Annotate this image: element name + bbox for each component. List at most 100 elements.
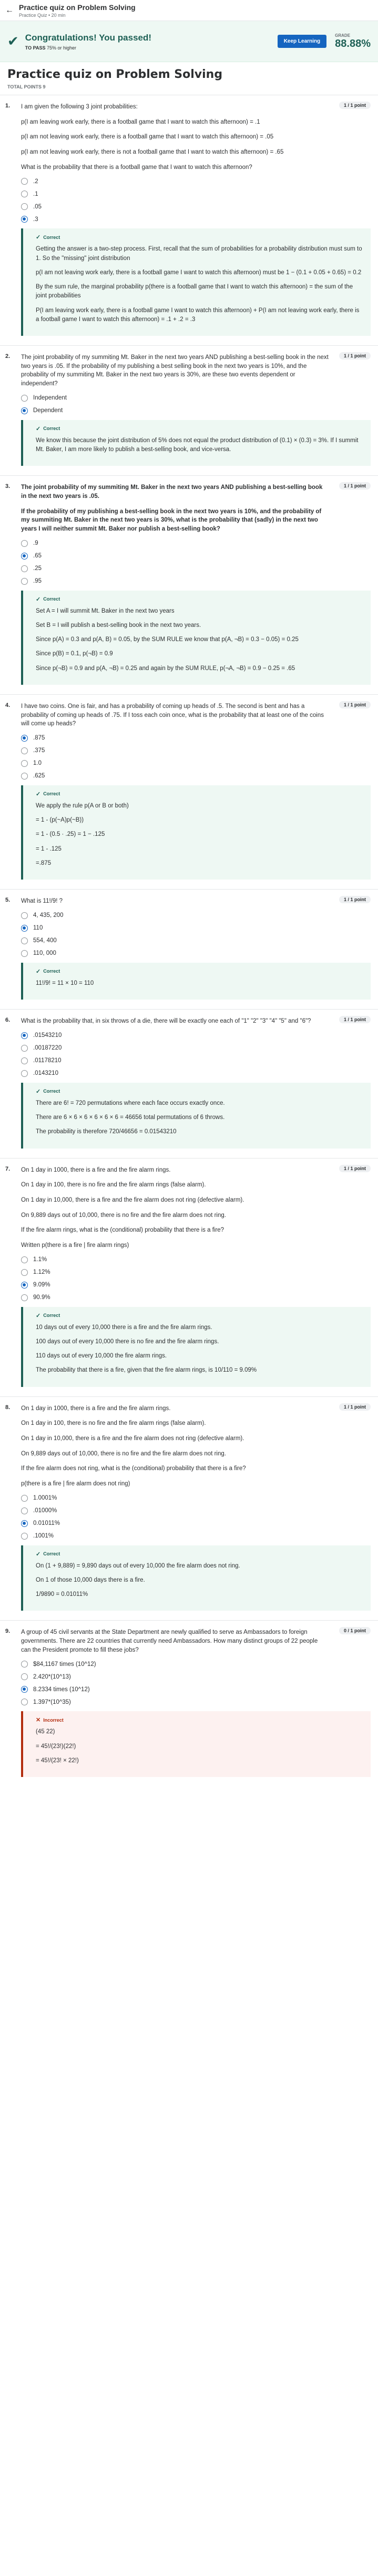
answer-option[interactable]: 0.01011% (21, 1520, 329, 1527)
radio-selected-icon[interactable] (21, 1281, 28, 1289)
radio-icon[interactable] (21, 937, 28, 944)
radio-icon[interactable] (21, 577, 28, 585)
radio-icon[interactable] (21, 772, 28, 780)
answer-option[interactable]: .875 (21, 734, 329, 742)
answer-option[interactable]: .95 (21, 577, 329, 585)
answer-option-label: .3 (33, 216, 38, 223)
answer-option[interactable]: 9.09% (21, 1281, 329, 1289)
answer-option[interactable]: 4, 435, 200 (21, 912, 329, 919)
question-number: 4. (5, 702, 11, 708)
answer-option-label: 1.12% (33, 1269, 50, 1276)
answer-option[interactable]: Dependent (21, 407, 329, 414)
feedback-label: Correct (43, 791, 60, 797)
answer-option[interactable]: .00187220 (21, 1044, 329, 1052)
answer-option[interactable]: .9 (21, 540, 329, 547)
arrow-left-icon[interactable]: ← (5, 6, 14, 15)
question-list: 1. 1 / 1 point I am given the following 3 … (0, 95, 378, 1786)
answer-option[interactable]: 1.12% (21, 1269, 329, 1276)
answer-option[interactable]: .625 (21, 772, 329, 780)
radio-icon[interactable] (21, 950, 28, 957)
radio-icon[interactable] (21, 1494, 28, 1502)
radio-selected-icon[interactable] (21, 924, 28, 932)
answer-option[interactable]: 90.9% (21, 1294, 329, 1301)
radio-icon[interactable] (21, 1661, 28, 1668)
radio-selected-icon[interactable] (21, 216, 28, 223)
radio-icon[interactable] (21, 1269, 28, 1276)
radio-icon[interactable] (21, 565, 28, 572)
question-body: On 1 day in 1000, there is a fire and th… (21, 1404, 371, 1611)
answer-option-label: 8.2334 times (10^12) (33, 1686, 90, 1693)
answer-option[interactable]: .01000% (21, 1507, 329, 1514)
answer-option[interactable]: Independent (21, 394, 329, 402)
answer-option[interactable]: .25 (21, 565, 329, 572)
radio-icon[interactable] (21, 191, 28, 198)
radio-icon[interactable] (21, 178, 28, 185)
radio-icon[interactable] (21, 1044, 28, 1052)
radio-icon[interactable] (21, 1256, 28, 1263)
question-number: 1. (5, 103, 11, 109)
radio-icon[interactable] (21, 1070, 28, 1077)
answer-option[interactable]: 1.0001% (21, 1494, 329, 1502)
radio-icon[interactable] (21, 1057, 28, 1064)
radio-icon[interactable] (21, 1532, 28, 1540)
answer-option[interactable]: .01178210 (21, 1057, 329, 1064)
question-body: On 1 day in 1000, there is a fire and th… (21, 1166, 371, 1387)
answer-option-label: 90.9% (33, 1294, 50, 1301)
feedback-text: = 1 - (p(~A)p(~B)) (36, 817, 84, 824)
answer-option-label: .2 (33, 178, 38, 185)
answer-option[interactable]: .2 (21, 178, 329, 185)
answer-option[interactable]: .0143210 (21, 1070, 329, 1077)
answer-option-label: Dependent (33, 407, 63, 414)
radio-icon[interactable] (21, 760, 28, 767)
answer-option[interactable]: .375 (21, 747, 329, 754)
answer-option[interactable]: 1.397*(10^35) (21, 1699, 329, 1706)
radio-selected-icon[interactable] (21, 1686, 28, 1693)
question-number: 2. (5, 353, 11, 360)
answer-option[interactable]: .05 (21, 203, 329, 211)
answer-option[interactable]: 8.2334 times (10^12) (21, 1686, 329, 1693)
feedback-text: The probability that there is a fire, gi… (36, 1367, 257, 1374)
radio-selected-icon[interactable] (21, 552, 28, 560)
question-text: On 1 day in 10,000, there is a fire and … (21, 1196, 244, 1203)
radio-selected-icon[interactable] (21, 734, 28, 742)
answer-option[interactable]: .1001% (21, 1532, 329, 1540)
points-badge: 1 / 1 point (339, 482, 371, 490)
radio-icon[interactable] (21, 1294, 28, 1301)
keep-learning-button[interactable]: Keep Learning (277, 35, 327, 48)
answer-option[interactable]: 2.420*(10^13) (21, 1673, 329, 1681)
radio-icon[interactable] (21, 1699, 28, 1706)
radio-icon[interactable] (21, 394, 28, 402)
quiz-title: Practice quiz on Problem Solving (7, 67, 223, 81)
radio-icon[interactable] (21, 747, 28, 754)
feedback-text: 110 days out of every 10,000 the fire al… (36, 1353, 167, 1360)
answer-option[interactable]: .1 (21, 191, 329, 198)
answer-option[interactable]: $84,1167 times (10^12) (21, 1661, 329, 1668)
radio-icon[interactable] (21, 912, 28, 919)
points-badge: 1 / 1 point (339, 701, 371, 708)
answer-option-label: 4, 435, 200 (33, 912, 64, 919)
answer-option[interactable]: .3 (21, 216, 329, 223)
answer-option-label: .65 (33, 553, 42, 560)
radio-icon[interactable] (21, 1507, 28, 1514)
answer-option[interactable]: .65 (21, 552, 329, 560)
answer-option[interactable]: 554, 400 (21, 937, 329, 944)
radio-selected-icon[interactable] (21, 407, 28, 414)
feedback-label: Correct (43, 234, 60, 240)
question-item: 2. 1 / 1 point The joint probability of my… (0, 345, 378, 475)
total-points: TOTAL POINTS 9 (7, 84, 46, 89)
radio-selected-icon[interactable] (21, 1520, 28, 1527)
radio-icon[interactable] (21, 540, 28, 547)
feedback-text: 100 days out of every 10,000 there is no… (36, 1338, 219, 1345)
answer-option[interactable]: 110 (21, 924, 329, 932)
question-text: The joint probability of my summiting Mt… (21, 354, 329, 387)
answer-option[interactable]: 1.0 (21, 760, 329, 767)
radio-icon[interactable] (21, 1673, 28, 1681)
answer-option[interactable]: 1.1% (21, 1256, 329, 1263)
radio-icon[interactable] (21, 203, 28, 211)
answer-option[interactable]: .01543210 (21, 1032, 329, 1039)
question-item: 7. 1 / 1 point On 1 day in 1000, there is … (0, 1157, 378, 1396)
radio-selected-icon[interactable] (21, 1032, 28, 1039)
question-text: What is 11!/9! ? (21, 898, 63, 905)
answer-option[interactable]: 110, 000 (21, 950, 329, 957)
feedback-text: =.875 (36, 860, 52, 866)
